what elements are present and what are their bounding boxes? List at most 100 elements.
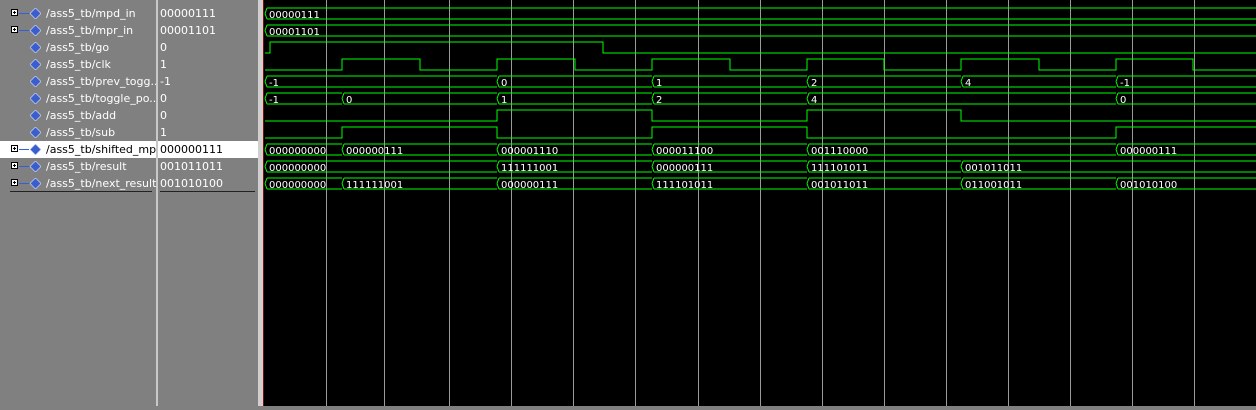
signal-value: 1 [160,126,167,139]
signal-name: /ass5_tb/toggle_po... [46,92,160,105]
bus-value-label: 111101011 [656,180,713,191]
diamond-signal-icon [30,8,41,19]
bus-value-label: 00001101 [269,27,320,38]
signal-name: /ass5_tb/clk [46,58,111,71]
signal-value-row[interactable]: 00001101 [158,22,258,39]
bus-value-label: 000000000 [269,180,326,191]
signal-name: /ass5_tb/mpr_in [46,24,134,37]
diamond-signal-icon [30,144,41,155]
signal-value: 0 [160,92,167,105]
waveform-canvas[interactable]: 0000011100001101-1 0 1 2 4 -1-1 0 1 2 4 0000000000… [263,0,1256,406]
tree-connector-icon [19,149,29,150]
tree-connector-icon [19,183,29,184]
signal-name: /ass5_tb/next_result [46,177,157,190]
bus-value-label: 1 [501,95,507,106]
diamond-signal-icon [30,110,41,121]
signal-row[interactable]: /ass5_tb/toggle_po... [0,90,160,107]
signal-value-pane: 00000111 00001101 0 1 -1 0 0 1 000000111 00101101… [158,0,258,406]
bus-value-label: 000000111 [346,146,403,157]
names-end-line [10,191,152,192]
expand-plus-icon[interactable] [11,179,18,186]
signal-name: /ass5_tb/mpd_in [46,7,136,20]
values-end-line [160,191,255,192]
bus-value-label: 111111001 [501,163,558,174]
bus-value-label: 000000000 [269,146,326,157]
tree-connector-icon [19,166,29,167]
signal-row[interactable]: /ass5_tb/clk [0,56,156,73]
bus-value-label: 0 [501,78,507,89]
bus-value-label: -1 [269,95,279,106]
signal-name-pane: /ass5_tb/mpd_in/ass5_tb/mpr_in/ass5_tb/g… [0,0,163,406]
bus-value-label: 2 [656,95,662,106]
expand-plus-icon[interactable] [11,9,18,16]
tree-connector-icon [19,13,29,14]
signal-row[interactable]: /ass5_tb/add [0,107,156,124]
bus-value-label: -1 [1120,78,1130,89]
signal-value: 1 [160,58,167,71]
diamond-signal-icon [30,59,41,70]
signal-value-row[interactable]: 0 [158,90,258,107]
signal-name: /ass5_tb/go [46,41,110,54]
signal-value: -1 [160,75,171,88]
signal-row[interactable]: /ass5_tb/prev_togg... [0,73,161,90]
signal-name: /ass5_tb/result [46,160,127,173]
tree-connector-icon [19,30,29,31]
signal-name: /ass5_tb/add [46,109,117,122]
signal-row[interactable]: /ass5_tb/mpr_in [0,22,156,39]
diamond-signal-icon [30,93,41,104]
bus-value-label: 000000000 [269,163,326,174]
bus-value-label: 2 [811,78,817,89]
signal-value-row[interactable]: 1 [158,124,258,141]
bus-value-label: 000001110 [501,146,558,157]
bus-segment [496,75,652,88]
signal-value-row[interactable]: 00000111 [158,5,258,22]
bus-value-label: 4 [965,78,971,89]
signal-row[interactable]: /ass5_tb/shifted_mpd [0,141,163,158]
bus-segment [806,92,1116,105]
signal-value: 0 [160,109,167,122]
signal-value-row[interactable]: 1 [158,56,258,73]
signal-row[interactable]: /ass5_tb/go [0,39,156,56]
bus-value-label: 000000111 [1120,146,1177,157]
waveform-pane[interactable]: 00000111 00001101 -1 0 1 2 4 -1 -1 0 1 2 4 0 000000000… [263,0,1256,406]
bus-value-label: 4 [811,95,817,106]
bus-value-label: 011001011 [965,180,1022,191]
signal-name: /ass5_tb/prev_togg... [46,75,161,88]
bus-value-label: 000000111 [501,180,558,191]
expand-plus-icon[interactable] [11,145,18,152]
signal-value-row[interactable]: 001010100 [158,175,258,192]
bus-value-label: 0 [346,95,352,106]
signal-row[interactable]: /ass5_tb/mpd_in [0,5,156,22]
signal-value-row[interactable]: 001011011 [158,158,258,175]
bus-segment [651,92,807,105]
signal-value: 00000111 [160,7,216,20]
expand-plus-icon[interactable] [11,162,18,169]
signal-row[interactable]: /ass5_tb/result [0,158,156,175]
diamond-signal-icon [30,127,41,138]
signal-value-row[interactable]: 000000111 [158,141,258,158]
bus-value-label: -1 [269,78,279,89]
bus-value-label: 111111001 [346,180,403,191]
signal-name: /ass5_tb/sub [46,126,116,139]
signal-row[interactable]: /ass5_tb/next_result [0,175,156,192]
bus-segment [341,92,497,105]
diamond-signal-icon [30,25,41,36]
diamond-signal-icon [30,76,41,87]
signal-value-row[interactable]: 0 [158,107,258,124]
bus-value-label: 001010100 [1120,180,1177,191]
bus-value-label: 000011100 [656,146,713,157]
bus-segment [960,75,1116,88]
expand-plus-icon[interactable] [11,26,18,33]
signal-value-row[interactable]: -1 [158,73,258,90]
signal-row[interactable]: /ass5_tb/sub [0,124,156,141]
signal-value: 0 [160,41,167,54]
signal-value-row[interactable]: 0 [158,39,258,56]
bus-value-label: 001011011 [811,180,868,191]
signal-value: 001010100 [160,177,223,190]
bus-value-label: 111101011 [811,163,868,174]
signal-value: 000000111 [160,143,223,156]
diamond-signal-icon [30,178,41,189]
bus-value-label: 001110000 [811,146,868,157]
waveform-window: /ass5_tb/mpd_in/ass5_tb/mpr_in/ass5_tb/g… [0,0,1256,406]
bus-value-label: 00000111 [269,10,320,21]
